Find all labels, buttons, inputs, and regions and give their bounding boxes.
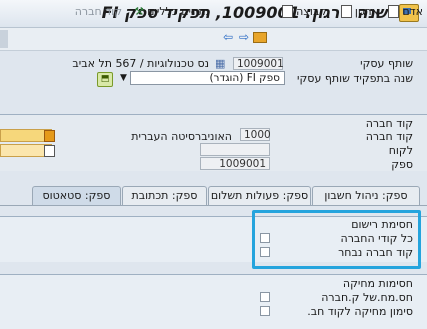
highlight-frame	[252, 210, 421, 269]
deletion-flag-checkbox[interactable]	[260, 306, 270, 316]
company-code-description: האוניברסיטה העברית	[131, 130, 232, 143]
general-data-label: נתונים כלליים	[147, 4, 210, 18]
general-data-button[interactable]: ⚒ נתונים כלליים	[134, 3, 210, 19]
tab-correspondence[interactable]: ספק: תכתובת	[122, 186, 207, 206]
tab-payment-transactions[interactable]: ספק: פעולות תשלום	[208, 186, 311, 206]
company-section-title: קוד חברה	[365, 117, 413, 130]
company-code-label: קוד חברה	[74, 4, 122, 18]
role-details-button[interactable]: ⬒	[97, 72, 113, 87]
person-button[interactable]: אדם	[388, 3, 423, 19]
group-button[interactable]: קבוצה	[282, 3, 327, 19]
bp-number-field[interactable]: 1009001	[233, 57, 284, 70]
deletion-flag-label: סימון מחיקה לקוד חב.	[307, 305, 413, 318]
company-deletion-block-label: חס.מח.של ק.חברה	[321, 291, 413, 304]
customer-field[interactable]	[200, 143, 270, 156]
deletion-block-title: חסימות מחיקה	[342, 277, 413, 290]
person-label: אדם	[402, 4, 423, 18]
vendor-field[interactable]: 1009001	[200, 157, 270, 170]
toolbar-overflow[interactable]	[0, 30, 8, 48]
factory-icon: ▦	[215, 57, 226, 70]
company-deletion-block-checkbox[interactable]	[260, 292, 270, 302]
document-icon	[388, 4, 400, 18]
bp-description: נס טכנולוגיות / 567 תל אביב	[72, 57, 209, 70]
chevron-down-icon[interactable]: ▼	[120, 73, 127, 83]
tab-account-management[interactable]: ספק: ניהול חשבון	[312, 186, 420, 206]
back-arrow-icon[interactable]: ⇨	[239, 30, 249, 44]
role-label: שנה בתפקיד שותף עסקי	[297, 72, 413, 85]
vendor-label: ספק	[391, 158, 413, 171]
document-icon	[282, 4, 294, 18]
role-dropdown[interactable]: ספק FI (הוגדר)	[130, 71, 285, 85]
document-icon	[340, 4, 352, 18]
tab-strip-line	[0, 205, 427, 206]
role-value: ספק FI (הוגדר)	[209, 72, 280, 84]
company-code-button[interactable]: קוד חברה	[75, 3, 122, 19]
company-code-label: קוד חברה	[365, 130, 413, 143]
company-code-field[interactable]: 1000	[240, 128, 271, 141]
group-top-border	[0, 274, 427, 275]
group-label: קבוצה	[296, 4, 327, 18]
bp-label: שותף עסקי	[360, 57, 413, 70]
search-help-icon[interactable]	[44, 130, 55, 142]
lock-icon[interactable]	[44, 145, 55, 157]
general-data-icon: ⚒	[134, 4, 145, 18]
organization-button[interactable]: ארגון	[340, 3, 379, 19]
tab-status[interactable]: ספק: סטאטוס	[32, 186, 121, 206]
open-folder-icon[interactable]	[253, 32, 267, 46]
application-toolbar	[0, 28, 427, 51]
organization-label: ארגון	[354, 4, 379, 18]
forward-arrow-icon[interactable]: ⇦	[223, 30, 233, 44]
customer-label: לקוח	[388, 144, 413, 157]
